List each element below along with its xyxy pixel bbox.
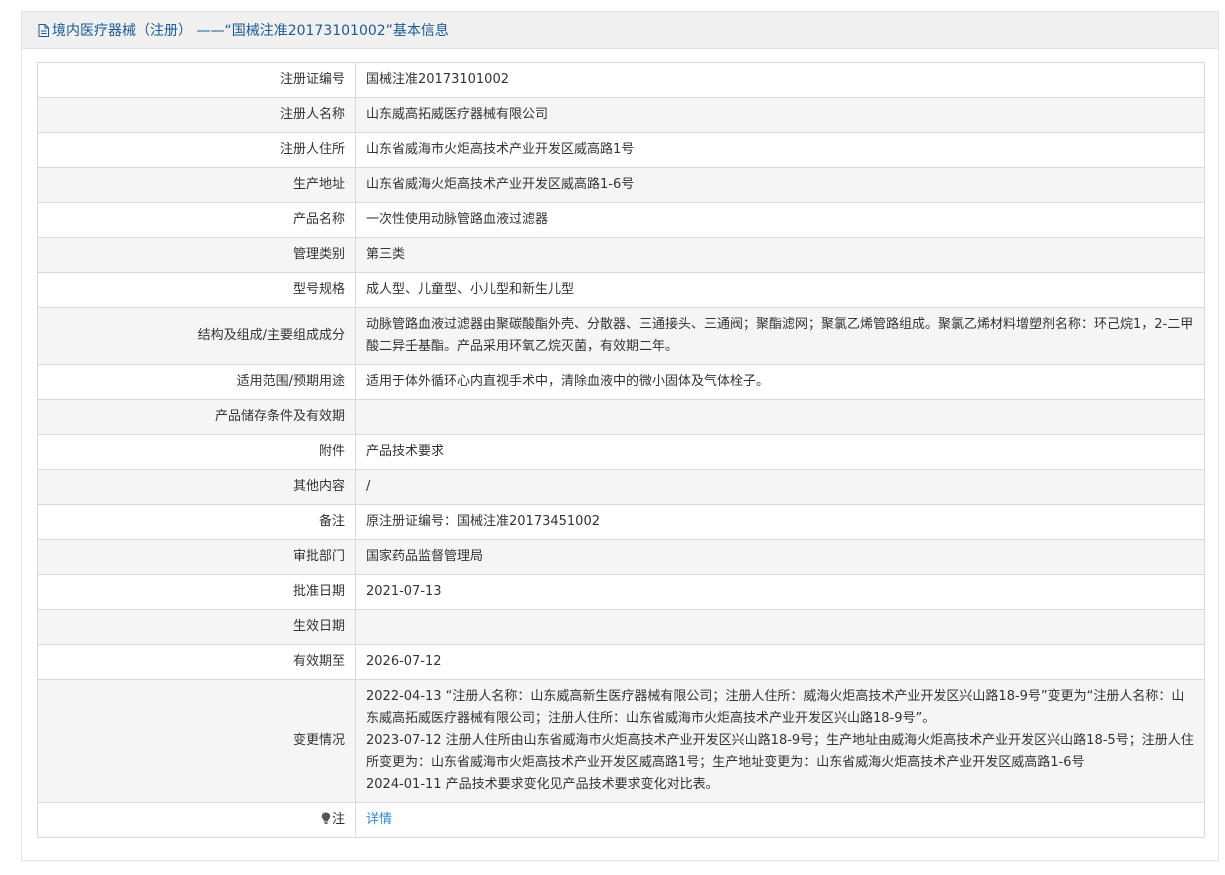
table-row: 结构及组成/主要组成成分 动脉管路血液过滤器由聚碳酸酯外壳、分散器、三通接头、三通… xyxy=(37,307,1205,365)
document-icon xyxy=(38,23,49,37)
row-label: 有效期至 xyxy=(37,644,356,680)
changes-row: 变更情况 2022-04-13 “注册人名称：山东威高新生医疗器械有限公司；注册… xyxy=(37,679,1205,803)
row-label: 生效日期 xyxy=(37,609,356,645)
note-label: 注 xyxy=(331,812,345,827)
row-label: 产品储存条件及有效期 xyxy=(37,399,356,435)
table-row: 审批部门 国家药品监督管理局 xyxy=(37,539,1205,575)
row-value: 产品技术要求 xyxy=(355,434,1205,470)
row-label: 备注 xyxy=(37,504,356,540)
table-row: 其他内容 / xyxy=(37,469,1205,505)
table-row: 备注 原注册证编号：国械注准20173451002 xyxy=(37,504,1205,540)
note-value: 详情 xyxy=(355,802,1205,838)
row-label: 注册人名称 xyxy=(37,97,356,133)
table-row: 生效日期 xyxy=(37,609,1205,645)
panel-body: 注册证编号 国械注准20173101002 注册人名称 山东威高拓威医疗器械有限公司… xyxy=(37,62,1205,838)
changes-value: 2022-04-13 “注册人名称：山东威高新生医疗器械有限公司；注册人住所：威… xyxy=(355,679,1205,803)
row-label: 其他内容 xyxy=(37,469,356,505)
row-label: 结构及组成/主要组成成分 xyxy=(37,307,356,365)
table-row: 注册证编号 国械注准20173101002 xyxy=(37,62,1205,98)
row-value: 山东省威海市火炬高技术产业开发区威高路1号 xyxy=(355,132,1205,168)
row-value: 2021-07-13 xyxy=(355,574,1205,610)
row-value: 国械注准20173101002 xyxy=(355,62,1205,98)
row-label: 型号规格 xyxy=(37,272,356,308)
lightbulb-icon xyxy=(321,812,331,824)
table-row: 批准日期 2021-07-13 xyxy=(37,574,1205,610)
panel-header: 境内医疗器械（注册） ——“国械注准20173101002”基本信息 xyxy=(22,12,1218,49)
table-row: 适用范围/预期用途 适用于体外循环心内直视手术中，清除血液中的微小固体及气体栓子。 xyxy=(37,364,1205,400)
row-label: 管理类别 xyxy=(37,237,356,273)
table-row: 产品名称 一次性使用动脉管路血液过滤器 xyxy=(37,202,1205,238)
row-value: 成人型、儿童型、小儿型和新生儿型 xyxy=(355,272,1205,308)
change-entry: 2022-04-13 “注册人名称：山东威高新生医疗器械有限公司；注册人住所：威… xyxy=(366,689,1185,726)
row-label: 审批部门 xyxy=(37,539,356,575)
row-label: 适用范围/预期用途 xyxy=(37,364,356,400)
row-label: 注册人住所 xyxy=(37,132,356,168)
row-label: 产品名称 xyxy=(37,202,356,238)
row-value: 一次性使用动脉管路血液过滤器 xyxy=(355,202,1205,238)
table-row: 注册人住所 山东省威海市火炬高技术产业开发区威高路1号 xyxy=(37,132,1205,168)
row-label: 批准日期 xyxy=(37,574,356,610)
row-value xyxy=(355,609,1205,645)
info-table: 注册证编号 国械注准20173101002 注册人名称 山东威高拓威医疗器械有限公司… xyxy=(37,62,1205,838)
row-value: 动脉管路血液过滤器由聚碳酸酯外壳、分散器、三通接头、三通阀；聚酯滤网；聚氯乙烯管… xyxy=(355,307,1205,365)
table-row: 注册人名称 山东威高拓威医疗器械有限公司 xyxy=(37,97,1205,133)
table-row: 型号规格 成人型、儿童型、小儿型和新生儿型 xyxy=(37,272,1205,308)
table-row: 有效期至 2026-07-12 xyxy=(37,644,1205,680)
row-value: / xyxy=(355,469,1205,505)
table-row: 管理类别 第三类 xyxy=(37,237,1205,273)
table-row: 生产地址 山东省威海火炬高技术产业开发区威高路1-6号 xyxy=(37,167,1205,203)
changes-label: 变更情况 xyxy=(37,679,356,803)
row-value xyxy=(355,399,1205,435)
panel-title: 境内医疗器械（注册） ——“国械注准20173101002”基本信息 xyxy=(52,23,449,39)
row-value: 国家药品监督管理局 xyxy=(355,539,1205,575)
details-link[interactable]: 详情 xyxy=(366,812,392,827)
row-label: 生产地址 xyxy=(37,167,356,203)
note-label-cell: 注 xyxy=(37,802,356,838)
row-value: 山东威高拓威医疗器械有限公司 xyxy=(355,97,1205,133)
basic-info-panel: 境内医疗器械（注册） ——“国械注准20173101002”基本信息 注册证编号… xyxy=(21,11,1219,861)
row-value: 2026-07-12 xyxy=(355,644,1205,680)
row-value: 山东省威海火炬高技术产业开发区威高路1-6号 xyxy=(355,167,1205,203)
row-label: 附件 xyxy=(37,434,356,470)
change-entry: 2023-07-12 注册人住所由山东省威海市火炬高技术产业开发区兴山路18-9… xyxy=(366,733,1194,770)
row-value: 原注册证编号：国械注准20173451002 xyxy=(355,504,1205,540)
row-label: 注册证编号 xyxy=(37,62,356,98)
table-row: 附件 产品技术要求 xyxy=(37,434,1205,470)
table-row: 产品储存条件及有效期 xyxy=(37,399,1205,435)
row-value: 适用于体外循环心内直视手术中，清除血液中的微小固体及气体栓子。 xyxy=(355,364,1205,400)
change-entry: 2024-01-11 产品技术要求变化见产品技术要求变化对比表。 xyxy=(366,777,719,792)
note-row: 注 详情 xyxy=(37,802,1205,838)
row-value: 第三类 xyxy=(355,237,1205,273)
